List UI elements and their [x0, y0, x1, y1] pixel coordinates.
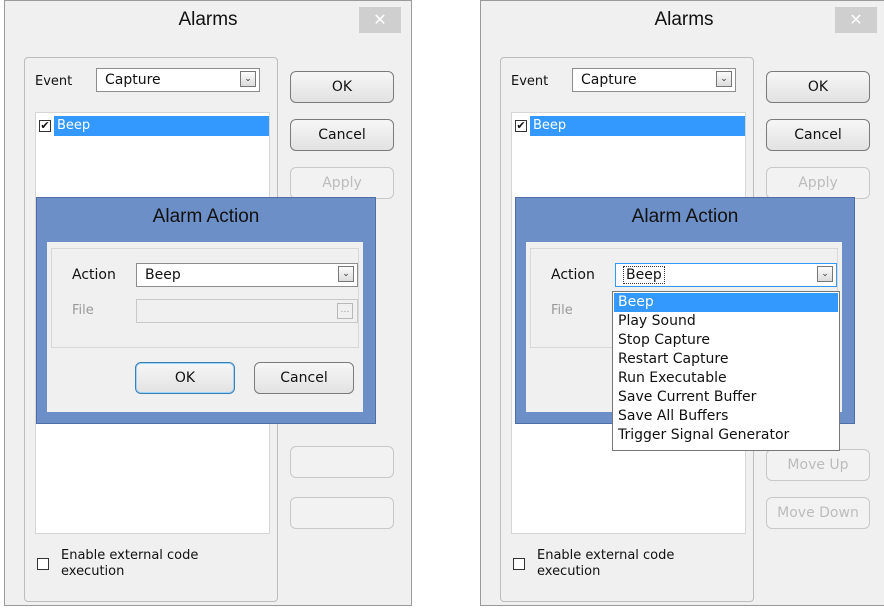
checkbox-checked-icon[interactable]: ✔ — [515, 120, 527, 132]
window-title: Alarms — [481, 1, 884, 39]
close-icon[interactable]: ✕ — [359, 7, 401, 33]
file-field[interactable]: … — [136, 299, 358, 323]
dropdown-option[interactable]: Run Executable — [614, 369, 838, 388]
move-down-button[interactable]: Move Down — [766, 497, 870, 529]
dropdown-option[interactable]: Stop Capture — [614, 331, 838, 350]
dialog-title: Alarm Action — [631, 206, 739, 227]
chevron-down-icon[interactable]: ⌄ — [817, 266, 833, 282]
ok-button[interactable]: OK — [290, 71, 394, 103]
action-value: Beep — [145, 267, 181, 283]
dropdown-option[interactable]: Restart Capture — [614, 350, 838, 369]
event-label: Event — [35, 74, 73, 89]
alarm-action-dialog-left: Alarm Action Action Beep ⌄ File … OK Can… — [36, 197, 376, 424]
cancel-button[interactable]: Cancel — [290, 119, 394, 151]
dropdown-option[interactable]: Beep — [614, 293, 838, 312]
action-combo[interactable]: Beep ⌄ — [136, 263, 358, 287]
file-label: File — [72, 303, 94, 318]
enable-external-code-label: Enable external code execution — [61, 548, 199, 579]
window-title: Alarms — [5, 1, 411, 39]
enable-external-code-label: Enable external code execution — [537, 548, 675, 579]
action-value: Beep — [623, 266, 665, 284]
dropdown-option[interactable]: Save Current Buffer — [614, 388, 838, 407]
list-item[interactable]: ✔ Beep — [512, 116, 745, 136]
browse-icon[interactable]: … — [337, 303, 353, 319]
list-item-label: Beep — [54, 116, 269, 136]
action-label: Action — [72, 267, 116, 283]
dropdown-option[interactable]: Play Sound — [614, 312, 838, 331]
dropdown-option[interactable]: Save All Buffers — [614, 407, 838, 426]
dialog-fields: Action Beep ⌄ File … — [51, 248, 359, 348]
action-combo[interactable]: Beep ⌄ — [615, 263, 837, 287]
chevron-down-icon[interactable]: ⌄ — [338, 266, 354, 282]
dialog-cancel-button[interactable]: Cancel — [254, 362, 354, 394]
chevron-down-icon[interactable]: ⌄ — [240, 71, 256, 87]
checkbox-icon[interactable] — [37, 558, 49, 570]
action-dropdown-list[interactable]: Beep Play Sound Stop Capture Restart Cap… — [612, 291, 840, 451]
apply-button[interactable]: Apply — [290, 167, 394, 199]
cancel-button[interactable]: Cancel — [766, 119, 870, 151]
dialog-body: Action Beep ⌄ File … OK Cancel — [47, 242, 363, 412]
event-combo[interactable]: Capture ⌄ — [572, 68, 736, 92]
action-label: Action — [551, 267, 595, 283]
event-value: Capture — [105, 72, 161, 88]
event-label: Event — [511, 74, 549, 89]
list-item[interactable]: ✔ Beep — [36, 116, 269, 136]
checkbox-icon[interactable] — [513, 558, 525, 570]
list-item-label: Beep — [530, 116, 745, 136]
apply-button[interactable]: Apply — [766, 167, 870, 199]
chevron-down-icon[interactable]: ⌄ — [716, 71, 732, 87]
move-up-button[interactable]: Move Up — [766, 449, 870, 481]
checkbox-checked-icon[interactable]: ✔ — [39, 120, 51, 132]
event-combo[interactable]: Capture ⌄ — [96, 68, 260, 92]
move-down-button[interactable] — [290, 497, 394, 529]
close-icon[interactable]: ✕ — [835, 7, 877, 33]
event-value: Capture — [581, 72, 637, 88]
dropdown-option[interactable]: Trigger Signal Generator — [614, 426, 838, 445]
dialog-ok-button[interactable]: OK — [135, 362, 235, 394]
move-up-button[interactable] — [290, 446, 394, 478]
file-label: File — [551, 303, 573, 318]
dialog-title: Alarm Action — [152, 206, 260, 227]
ok-button[interactable]: OK — [766, 71, 870, 103]
